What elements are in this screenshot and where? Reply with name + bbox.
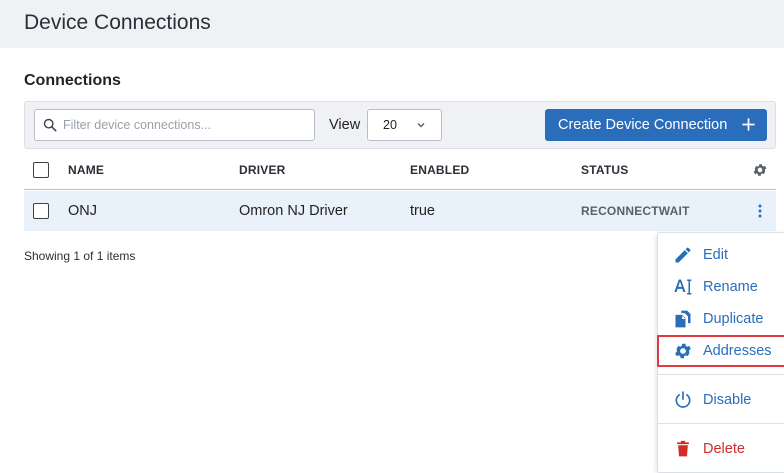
- pencil-icon: [675, 247, 691, 263]
- view-label: View: [329, 117, 361, 133]
- rename-icon: [674, 279, 692, 295]
- plus-icon: [742, 118, 755, 131]
- row-actions-menu: Edit Rename Duplicate Addresses Disable: [657, 232, 784, 473]
- cell-enabled: true: [410, 203, 435, 219]
- select-all-checkbox[interactable]: [33, 162, 49, 178]
- menu-divider: [658, 374, 784, 375]
- menu-item-label: Duplicate: [703, 311, 764, 327]
- duplicate-icon: [675, 310, 691, 328]
- pagination-summary: Showing 1 of 1 items: [24, 249, 136, 263]
- menu-item-label: Delete: [703, 441, 745, 457]
- cell-status: RECONNECTWAIT: [581, 204, 690, 218]
- menu-item-duplicate[interactable]: Duplicate: [658, 304, 784, 334]
- trash-icon: [677, 440, 689, 457]
- search-box[interactable]: [34, 109, 315, 141]
- column-header-status[interactable]: STATUS: [581, 163, 628, 177]
- gear-icon: [675, 343, 691, 359]
- page-header: Device Connections: [0, 0, 784, 48]
- cell-name: ONJ: [68, 203, 97, 219]
- column-settings-gear-icon[interactable]: [752, 162, 768, 178]
- column-header-name[interactable]: NAME: [68, 163, 104, 177]
- menu-item-disable[interactable]: Disable: [658, 385, 784, 415]
- menu-item-delete[interactable]: Delete: [658, 434, 784, 464]
- menu-item-label: Rename: [703, 279, 758, 295]
- menu-item-edit[interactable]: Edit: [658, 240, 784, 270]
- row-checkbox[interactable]: [33, 203, 49, 219]
- row-actions-kebab-icon[interactable]: [754, 203, 766, 219]
- search-icon: [43, 118, 57, 132]
- menu-item-label: Addresses: [703, 343, 772, 359]
- menu-item-addresses[interactable]: Addresses: [657, 335, 784, 367]
- table-row[interactable]: ONJ Omron NJ Driver true RECONNECTWAIT: [24, 191, 776, 231]
- page-title: Device Connections: [24, 11, 211, 34]
- create-device-connection-button[interactable]: Create Device Connection: [545, 109, 767, 141]
- toolbar: View 20 Create Device Connection: [24, 101, 776, 149]
- search-input[interactable]: [63, 116, 308, 134]
- cell-driver: Omron NJ Driver: [239, 203, 348, 219]
- create-button-label: Create Device Connection: [558, 117, 728, 133]
- menu-item-rename[interactable]: Rename: [658, 272, 784, 302]
- page-size-value: 20: [383, 118, 397, 132]
- column-header-enabled[interactable]: ENABLED: [410, 163, 469, 177]
- table-header: NAME DRIVER ENABLED STATUS: [24, 150, 776, 190]
- section-title: Connections: [24, 72, 121, 89]
- menu-item-label: Edit: [703, 247, 728, 263]
- menu-item-label: Disable: [703, 392, 752, 408]
- chevron-down-icon: [417, 123, 425, 128]
- power-icon: [675, 391, 691, 408]
- column-header-driver[interactable]: DRIVER: [239, 163, 286, 177]
- menu-divider: [658, 423, 784, 424]
- page-size-select[interactable]: 20: [367, 109, 442, 141]
